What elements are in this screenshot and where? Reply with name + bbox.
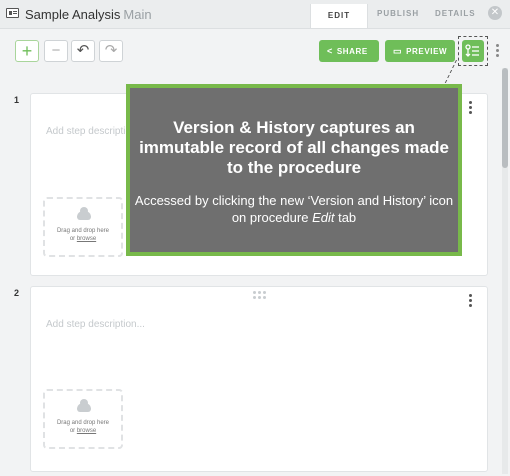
dropzone-text: Drag and drop here or browse [45,419,121,435]
more-menu-icon[interactable] [496,44,500,59]
share-button[interactable]: < SHARE [319,40,379,62]
step-number: 1 [14,95,20,105]
step-menu-icon[interactable] [469,101,473,116]
drop-or: or [69,236,76,242]
callout-body-suffix: tab [334,210,357,225]
dropzone-text: Drag and drop here or browse [45,227,121,243]
tab-publish[interactable]: PUBLISH [377,9,419,18]
upload-cloud-icon [77,207,91,220]
page-title: Sample Analysis Main [25,7,152,22]
tab-details[interactable]: DETAILS [435,9,476,18]
attachment-dropzone[interactable]: Drag and drop here or browse [43,197,123,257]
procedure-name: Sample Analysis [25,7,121,22]
remove-step-button[interactable]: − [44,40,68,62]
drop-or: or [69,428,76,434]
preview-button[interactable]: ▭ PREVIEW [385,40,455,62]
version-history-icon [465,44,479,57]
attachment-dropzone[interactable]: Drag and drop here or browse [43,389,123,449]
share-icon: < [327,46,333,56]
redo-button[interactable]: ↷ [99,40,123,62]
top-bar: Sample Analysis Main EDIT PUBLISH DETAILS… [0,0,510,29]
preview-label: PREVIEW [406,47,448,56]
step-menu-icon[interactable] [469,294,473,309]
browse-link[interactable]: browse [77,236,96,242]
scrollbar-thumb[interactable] [502,68,508,168]
annotation-callout: Version & History captures an immutable … [126,84,462,256]
callout-body-emphasis: Edit [312,210,335,225]
drag-handle-icon[interactable] [253,291,267,299]
browse-link[interactable]: browse [77,428,96,434]
tab-edit[interactable]: EDIT [310,4,368,28]
callout-headline: Version & History captures an immutable … [139,118,449,177]
callout-body: Accessed by clicking the new ‘Version an… [130,192,458,226]
step-number: 2 [14,288,20,298]
undo-button[interactable]: ↶ [71,40,95,62]
add-step-button[interactable]: + [15,40,39,62]
close-icon[interactable]: ✕ [488,6,502,20]
preview-icon: ▭ [393,46,403,56]
version-history-button[interactable] [462,40,484,62]
drop-instruction: Drag and drop here [56,420,110,426]
procedure-icon [6,8,19,18]
step-description-input[interactable]: Add step description... [46,319,145,330]
share-label: SHARE [336,47,368,56]
callout-body-text: Accessed by clicking the new ‘Version an… [134,193,454,225]
branch-name: Main [123,7,152,22]
upload-cloud-icon [77,399,91,412]
drop-instruction: Drag and drop here [56,228,110,234]
step-card: Add step description... Drag and drop he… [30,286,488,472]
